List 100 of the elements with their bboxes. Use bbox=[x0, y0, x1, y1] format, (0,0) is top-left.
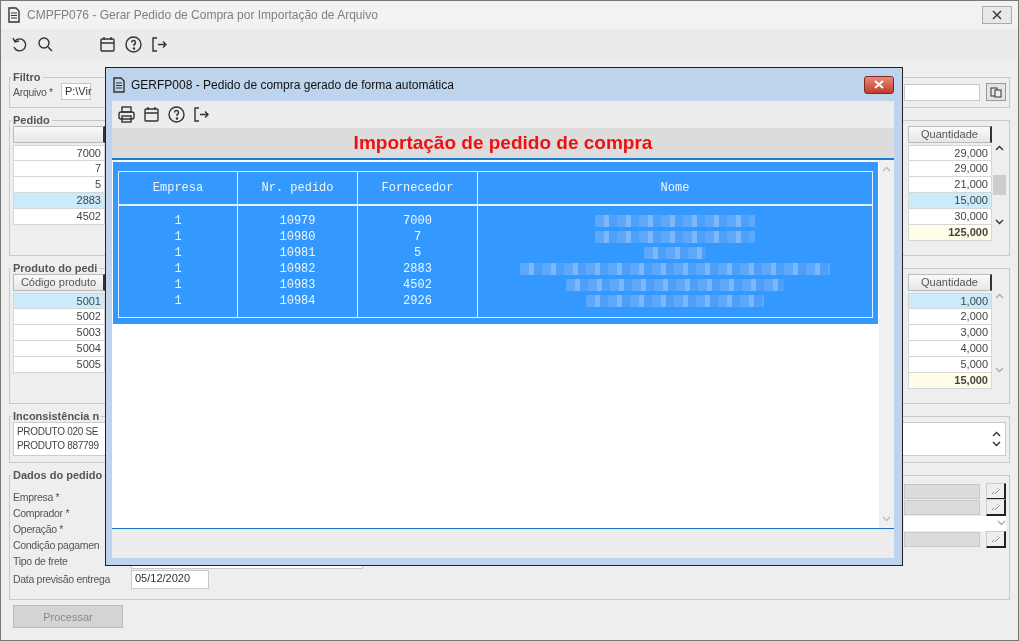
close-button[interactable] bbox=[864, 75, 894, 94]
column-header: Fornecedor bbox=[381, 181, 454, 195]
browse-button[interactable] bbox=[986, 83, 1006, 101]
column-header: Empresa bbox=[152, 181, 204, 195]
field-label: Arquivo * bbox=[13, 85, 53, 98]
field-label: Tipo de frete bbox=[13, 555, 69, 567]
table-cell[interactable]: 2,000 bbox=[908, 309, 992, 325]
document-icon bbox=[7, 7, 21, 23]
calendar-icon bbox=[141, 105, 161, 124]
table-cell[interactable]: 5002 bbox=[13, 309, 105, 325]
column-header: Código produto bbox=[13, 274, 105, 291]
table-cell: 1 bbox=[174, 245, 182, 261]
scroll-down-icon bbox=[995, 219, 1004, 225]
table-cell: 1 bbox=[174, 229, 182, 245]
table-cell: 2883 bbox=[403, 261, 432, 277]
message-line: PRODUTO 020 SE bbox=[17, 425, 99, 439]
field-label: Empresa * bbox=[13, 491, 61, 503]
table-cell: 10984 bbox=[279, 293, 316, 309]
dialog-title: GERFP008 - Pedido de compra gerado de forma automática bbox=[131, 77, 455, 92]
group-title: Pedido bbox=[12, 114, 51, 126]
report-heading: Importação de pedido de compra bbox=[353, 132, 653, 154]
help-button[interactable] bbox=[123, 34, 143, 54]
scroll-up-icon bbox=[992, 431, 1001, 437]
table-cell[interactable]: 5003 bbox=[13, 325, 105, 341]
column-header: Quantidade bbox=[908, 274, 992, 291]
help-icon bbox=[123, 34, 143, 54]
table-cell[interactable]: 5001 bbox=[13, 293, 105, 309]
table-cell: 7000 bbox=[403, 213, 432, 229]
exit-button[interactable] bbox=[191, 104, 211, 125]
file-field[interactable]: P:\Vir bbox=[60, 83, 91, 100]
total-cell: 125,000 bbox=[908, 225, 992, 241]
table-cell: 7 bbox=[413, 229, 422, 245]
close-icon bbox=[874, 80, 884, 89]
scroll-up-icon bbox=[882, 166, 891, 172]
table-cell[interactable]: 5,000 bbox=[908, 357, 992, 373]
group-title: Inconsistência n bbox=[12, 410, 101, 422]
table-cell: 2926 bbox=[403, 293, 432, 309]
document-icon bbox=[112, 76, 126, 93]
scroll-up-icon bbox=[995, 293, 1004, 299]
field-label: Data previsão entrega bbox=[13, 573, 112, 585]
close-icon bbox=[992, 10, 1002, 20]
calendar-button[interactable] bbox=[141, 104, 161, 125]
table-cell[interactable]: 30,000 bbox=[908, 209, 992, 225]
files-icon bbox=[990, 86, 1002, 98]
scroll-down-icon bbox=[995, 367, 1004, 373]
scroll-down-icon bbox=[882, 516, 891, 522]
table-cell: 4502 bbox=[403, 277, 432, 293]
exit-icon bbox=[191, 105, 211, 124]
table-cell[interactable]: 3,000 bbox=[908, 325, 992, 341]
printer-button[interactable] bbox=[116, 104, 136, 125]
table-cell: 10982 bbox=[279, 261, 316, 277]
printer-icon bbox=[116, 105, 136, 124]
scroll-up-icon bbox=[995, 145, 1004, 151]
table-cell: 10983 bbox=[279, 277, 316, 293]
table-cell[interactable]: 1,000 bbox=[908, 293, 992, 309]
scroll-down-icon bbox=[992, 441, 1001, 447]
dots-icon bbox=[990, 534, 1001, 543]
column-header: Nome bbox=[660, 181, 690, 195]
dots-icon bbox=[990, 502, 1001, 511]
table-cell[interactable]: 5004 bbox=[13, 341, 105, 357]
field-label: Operação * bbox=[13, 523, 65, 535]
dots-icon bbox=[990, 486, 1001, 495]
window-title: CMPFP076 - Gerar Pedido de Compra por Importação de Arquivo bbox=[27, 8, 379, 22]
table-cell[interactable]: 21,000 bbox=[908, 177, 992, 193]
field-label: Comprador * bbox=[13, 507, 71, 519]
file-field[interactable] bbox=[904, 83, 980, 101]
table-cell: 10979 bbox=[279, 213, 316, 229]
table-cell: 1 bbox=[174, 213, 182, 229]
table-cell: 1 bbox=[174, 277, 182, 293]
table-cell[interactable]: 15,000 bbox=[908, 193, 992, 209]
table-cell[interactable]: 29,000 bbox=[908, 161, 992, 177]
table-cell: 1 bbox=[174, 293, 182, 309]
calendar-icon bbox=[97, 34, 117, 54]
table-cell: 10980 bbox=[279, 229, 316, 245]
table-cell: 5 bbox=[413, 245, 422, 261]
message-line: PRODUTO 887799 bbox=[17, 439, 99, 453]
field-label: Condição pagamen bbox=[13, 539, 101, 551]
lookup-button[interactable] bbox=[986, 482, 1006, 500]
search-button[interactable] bbox=[35, 34, 55, 54]
table-cell[interactable]: 4502 bbox=[13, 209, 105, 225]
table-cell[interactable]: 4,000 bbox=[908, 341, 992, 357]
help-button[interactable] bbox=[166, 104, 186, 125]
scroll-down-icon bbox=[997, 520, 1006, 526]
close-button[interactable] bbox=[982, 6, 1012, 24]
table-cell[interactable]: 7000 bbox=[13, 145, 105, 161]
calendar-button[interactable] bbox=[97, 34, 117, 54]
table-cell: 1 bbox=[174, 261, 182, 277]
column-header: Quantidade bbox=[908, 126, 992, 143]
exit-button[interactable] bbox=[149, 34, 169, 54]
date-field[interactable]: 05/12/2020 bbox=[131, 569, 209, 589]
group-title: Produto do pedi bbox=[12, 262, 99, 274]
table-cell[interactable]: 5 bbox=[13, 177, 105, 193]
table-cell[interactable]: 5005 bbox=[13, 357, 105, 373]
exit-icon bbox=[149, 34, 169, 54]
table-cell[interactable]: 2883 bbox=[13, 193, 105, 209]
table-cell[interactable]: 7 bbox=[13, 161, 105, 177]
scroll-thumb[interactable] bbox=[993, 175, 1006, 195]
group-title: Filtro bbox=[12, 71, 42, 83]
table-cell[interactable]: 29,000 bbox=[908, 145, 992, 161]
column-header: Nr. pedido bbox=[261, 181, 334, 195]
